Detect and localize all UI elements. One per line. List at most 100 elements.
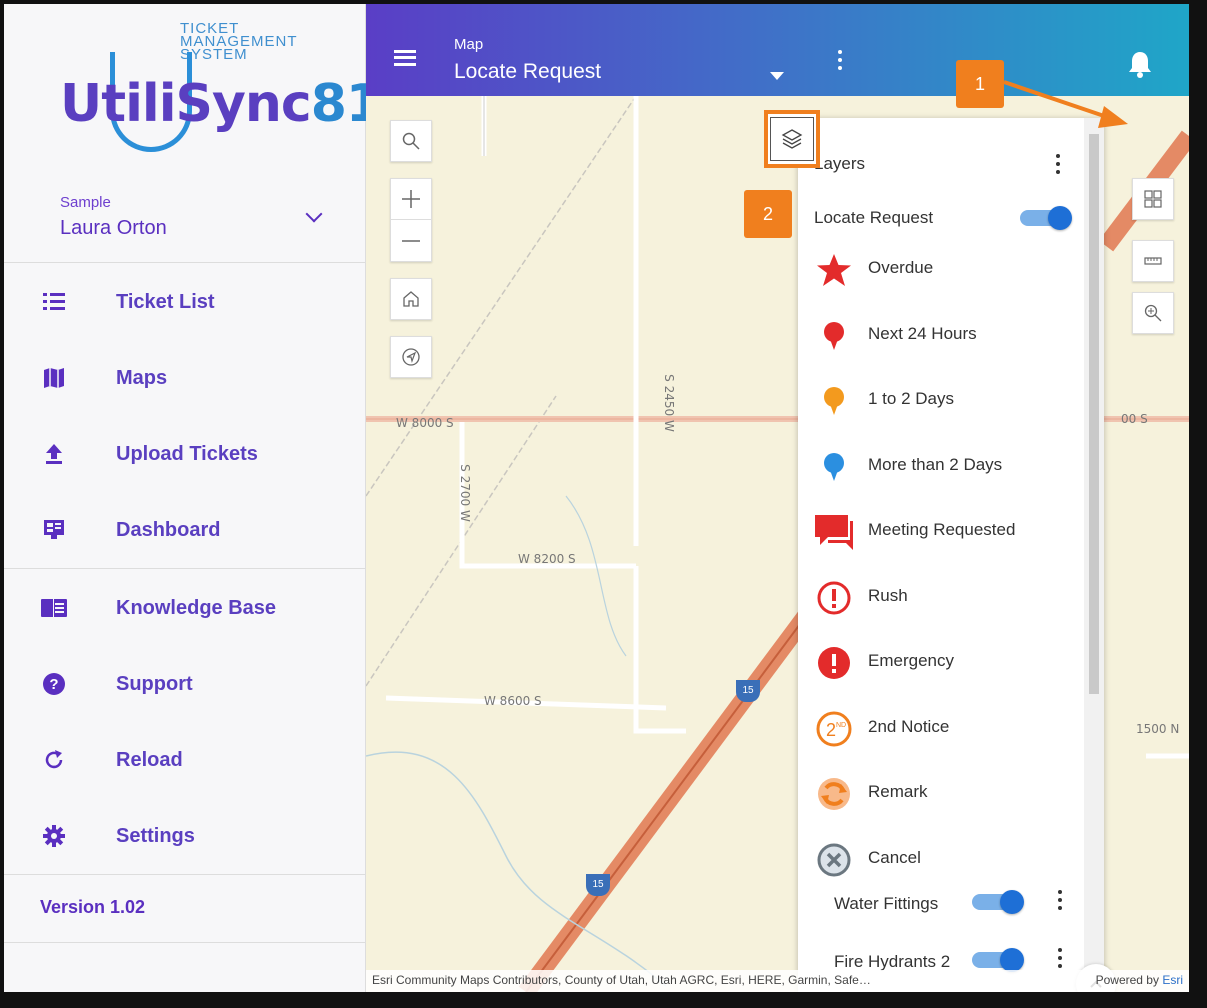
basemap-gallery-button[interactable] bbox=[1132, 178, 1174, 220]
nav-support[interactable]: ? Support bbox=[4, 656, 366, 712]
interstate-shield: 15 bbox=[736, 680, 760, 702]
header-subtitle: Map bbox=[454, 36, 484, 53]
road-label: W 8000 S bbox=[396, 416, 454, 430]
more-vert-icon[interactable] bbox=[1056, 154, 1060, 178]
nav-label: Ticket List bbox=[116, 290, 215, 313]
layers-icon bbox=[781, 129, 803, 149]
powered-by: Powered by Esri bbox=[1095, 973, 1183, 987]
road-label: W 8600 S bbox=[484, 694, 542, 708]
locate-request-toggle[interactable] bbox=[1020, 206, 1072, 230]
nav-dashboard[interactable]: Dashboard bbox=[4, 502, 366, 558]
interstate-shield: 15 bbox=[586, 874, 610, 896]
more-vert-icon[interactable] bbox=[838, 50, 842, 70]
grid-icon bbox=[1144, 190, 1162, 208]
header-title[interactable]: Locate Request bbox=[454, 60, 601, 84]
callout-2: 2 bbox=[744, 190, 792, 238]
logo-brand: UtiliSync811 bbox=[60, 74, 417, 134]
more-vert-icon[interactable] bbox=[1058, 890, 1062, 914]
nav-label: Settings bbox=[116, 824, 195, 847]
legend-item-emergency: Emergency bbox=[814, 643, 1074, 683]
callout-arrow bbox=[1003, 80, 1128, 128]
help-icon: ? bbox=[40, 670, 68, 698]
zoom-in-button[interactable] bbox=[390, 179, 432, 221]
zoom-to-button[interactable] bbox=[1132, 292, 1174, 334]
esri-link[interactable]: Esri bbox=[1162, 973, 1183, 987]
caret-down-icon[interactable] bbox=[770, 72, 784, 80]
road-label: S 2450 W bbox=[661, 374, 676, 432]
app-window: TICKET MANAGEMENT SYSTEM UtiliSync811 Sa… bbox=[4, 4, 1189, 992]
map-icon bbox=[40, 364, 68, 392]
zoom-out-button[interactable] bbox=[390, 220, 432, 261]
logo-tagline: TICKET MANAGEMENT SYSTEM bbox=[180, 20, 298, 63]
road-label: S 2700 W bbox=[457, 464, 472, 522]
version-label: Version 1.02 bbox=[40, 897, 146, 917]
nav-knowledge-base[interactable]: Knowledge Base bbox=[4, 580, 366, 636]
home-button[interactable] bbox=[390, 278, 432, 320]
sub-layer-name: Water Fittings bbox=[834, 894, 939, 913]
nav-reload[interactable]: Reload bbox=[4, 732, 366, 788]
ruler-icon bbox=[1144, 257, 1162, 265]
account-selector[interactable]: Sample Laura Orton bbox=[60, 194, 323, 240]
legend-item-more-than-2-days: More than 2 Days bbox=[814, 447, 1074, 487]
red-pin-icon bbox=[814, 316, 854, 356]
divider bbox=[4, 568, 366, 569]
legend-item-1-to-2-days: 1 to 2 Days bbox=[814, 381, 1074, 421]
locate-button[interactable] bbox=[390, 336, 432, 378]
cancel-icon bbox=[814, 840, 854, 880]
layers-button-highlight[interactable] bbox=[764, 110, 820, 168]
nav-label: Reload bbox=[116, 748, 183, 771]
legend-item-rush: Rush bbox=[814, 578, 1074, 618]
nav-label: Support bbox=[116, 672, 193, 695]
nav-settings[interactable]: Settings bbox=[4, 808, 366, 864]
plus-icon bbox=[402, 190, 420, 208]
screenshot-frame: TICKET MANAGEMENT SYSTEM UtiliSync811 Sa… bbox=[0, 0, 1207, 1008]
nav-label: Dashboard bbox=[116, 518, 221, 541]
fire-hydrants-toggle[interactable] bbox=[972, 948, 1024, 972]
gear-icon bbox=[40, 822, 68, 850]
nav-label: Upload Tickets bbox=[116, 442, 258, 465]
divider bbox=[4, 874, 366, 875]
layers-title: Layers bbox=[814, 154, 866, 173]
minus-icon bbox=[402, 239, 420, 242]
callout-1: 1 bbox=[956, 60, 1004, 108]
water-fittings-toggle[interactable] bbox=[972, 890, 1024, 914]
blue-pin-icon bbox=[814, 447, 854, 487]
svg-text:?: ? bbox=[49, 676, 58, 693]
measure-button[interactable] bbox=[1132, 240, 1174, 282]
map-search-button[interactable] bbox=[390, 120, 432, 162]
nav-label: Maps bbox=[116, 366, 168, 389]
second-notice-icon: 2 ND bbox=[814, 709, 854, 749]
nav-upload-tickets[interactable]: Upload Tickets bbox=[4, 426, 366, 482]
zoom-controls bbox=[390, 178, 432, 262]
zoom-in-icon bbox=[1144, 304, 1162, 322]
legend-item-next-24-hours: Next 24 Hours bbox=[814, 316, 1074, 356]
legend-item-meeting-requested: Meeting Requested bbox=[814, 512, 1074, 552]
attribution-text: Esri Community Maps Contributors, County… bbox=[372, 973, 871, 987]
panel-scrollbar[interactable] bbox=[1084, 118, 1104, 992]
svg-text:ND: ND bbox=[836, 722, 846, 729]
map-attribution: Esri Community Maps Contributors, County… bbox=[366, 970, 1189, 992]
account-org: Sample bbox=[60, 194, 111, 211]
legend-item-cancel: Cancel bbox=[814, 840, 1074, 880]
alert-outline-icon bbox=[814, 578, 854, 618]
nav-label: Knowledge Base bbox=[116, 596, 277, 619]
upload-icon bbox=[40, 440, 68, 468]
road-label: 1500 N bbox=[1136, 722, 1180, 736]
hamburger-menu-icon[interactable] bbox=[394, 50, 416, 66]
nav-ticket-list[interactable]: Ticket List bbox=[4, 274, 366, 330]
book-icon bbox=[40, 594, 68, 622]
list-icon bbox=[40, 288, 68, 316]
divider bbox=[4, 942, 366, 943]
cycle-icon bbox=[814, 774, 854, 814]
more-vert-icon[interactable] bbox=[1058, 948, 1062, 972]
nav-maps[interactable]: Maps bbox=[4, 350, 366, 406]
layers-panel: Layers Locate Request Overdue Next 24 Ho… bbox=[798, 118, 1104, 992]
chat-icon bbox=[814, 512, 854, 552]
scrollbar-thumb[interactable] bbox=[1089, 134, 1099, 694]
home-icon bbox=[403, 291, 419, 307]
road-label: W 8200 S bbox=[518, 552, 576, 566]
layers-button[interactable] bbox=[770, 117, 814, 161]
layer-name: Locate Request bbox=[814, 208, 934, 227]
account-name: Laura Orton bbox=[60, 217, 167, 239]
dashboard-icon bbox=[40, 516, 68, 544]
